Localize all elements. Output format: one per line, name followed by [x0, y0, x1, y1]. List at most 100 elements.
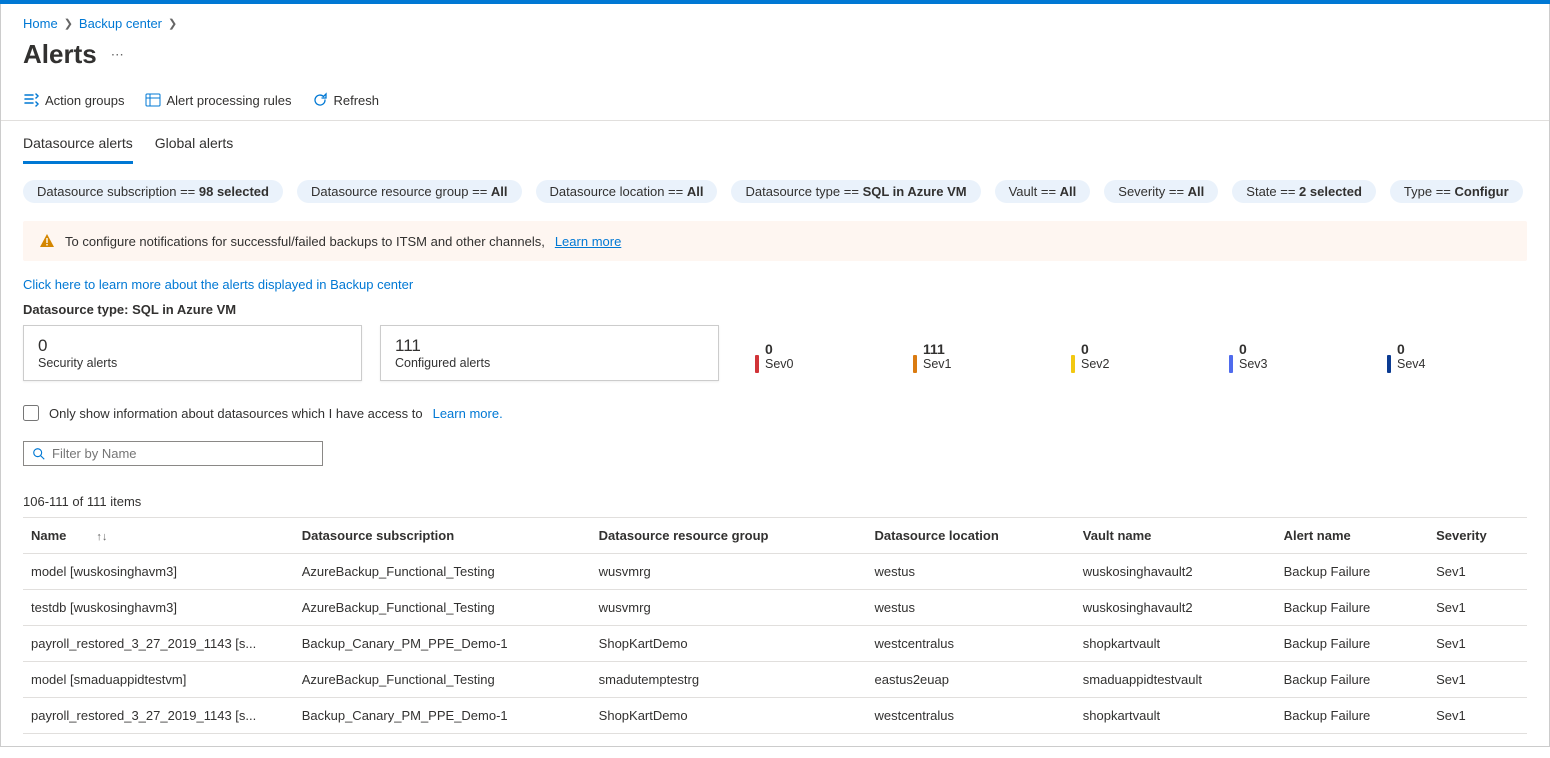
filter-by-name-container[interactable] [23, 441, 323, 466]
filter-row: Datasource subscription == 98 selected D… [23, 164, 1527, 221]
filter-severity[interactable]: Severity == All [1104, 180, 1218, 203]
security-alerts-label: Security alerts [38, 356, 347, 370]
filter-type[interactable]: Type == Configur [1390, 180, 1523, 203]
banner-learn-more-link[interactable]: Learn more [555, 234, 621, 249]
sev2-block[interactable]: 0Sev2 [1071, 325, 1211, 381]
cell-sub: AzureBackup_Functional_Testing [294, 662, 591, 698]
cell-name: model [wuskosinghavm3] [23, 554, 294, 590]
action-groups-label: Action groups [45, 93, 125, 108]
cell-alert: Backup Failure [1276, 698, 1429, 734]
cell-sev: Sev1 [1428, 590, 1527, 626]
cell-sub: AzureBackup_Functional_Testing [294, 590, 591, 626]
search-icon [32, 447, 46, 461]
cell-vault: wuskosinghavault2 [1075, 554, 1276, 590]
sev1-block[interactable]: 111Sev1 [913, 325, 1053, 381]
info-banner: To configure notifications for successfu… [23, 221, 1527, 261]
warning-icon [39, 233, 55, 249]
cell-rg: wusvmrg [591, 554, 867, 590]
sev1-bar-icon [913, 355, 917, 373]
action-groups-button[interactable]: Action groups [23, 92, 125, 108]
cell-rg: ShopKartDemo [591, 626, 867, 662]
access-filter-checkbox[interactable] [23, 405, 39, 421]
cell-alert: Backup Failure [1276, 662, 1429, 698]
cell-vault: shopkartvault [1075, 626, 1276, 662]
col-name[interactable]: Name↑↓ [23, 518, 294, 554]
result-count: 106-111 of 111 items [23, 466, 1527, 517]
access-learn-more-link[interactable]: Learn more. [433, 406, 503, 421]
cell-name: payroll_restored_3_27_2019_1143 [s... [23, 698, 294, 734]
tab-datasource-alerts[interactable]: Datasource alerts [23, 123, 133, 164]
sev0-bar-icon [755, 355, 759, 373]
configured-alerts-card[interactable]: 111 Configured alerts [380, 325, 719, 381]
filter-location[interactable]: Datasource location == All [536, 180, 718, 203]
action-groups-icon [23, 92, 39, 108]
filter-state[interactable]: State == 2 selected [1232, 180, 1376, 203]
cell-sub: AzureBackup_Functional_Testing [294, 554, 591, 590]
cell-alert: Backup Failure [1276, 590, 1429, 626]
cell-name: payroll_restored_3_27_2019_1143 [s... [23, 626, 294, 662]
cell-loc: westus [867, 590, 1075, 626]
refresh-icon [312, 92, 328, 108]
col-vault[interactable]: Vault name [1075, 518, 1276, 554]
datasource-type-label: Datasource type: SQL in Azure VM [23, 302, 1527, 325]
cell-vault: shopkartvault [1075, 698, 1276, 734]
cell-sev: Sev1 [1428, 662, 1527, 698]
cell-vault: smaduappidtestvault [1075, 662, 1276, 698]
cell-alert: Backup Failure [1276, 554, 1429, 590]
filter-datasource-type[interactable]: Datasource type == SQL in Azure VM [731, 180, 980, 203]
sev4-block[interactable]: 0Sev4 [1387, 325, 1527, 381]
table-row[interactable]: payroll_restored_3_27_2019_1143 [s... Bac… [23, 626, 1527, 662]
cell-alert: Backup Failure [1276, 626, 1429, 662]
summary-row: 0 Security alerts 111 Configured alerts … [23, 325, 1527, 381]
col-resource-group[interactable]: Datasource resource group [591, 518, 867, 554]
breadcrumb-backup-center[interactable]: Backup center [79, 16, 162, 31]
access-filter-label: Only show information about datasources … [49, 406, 423, 421]
cell-loc: eastus2euap [867, 662, 1075, 698]
sev4-bar-icon [1387, 355, 1391, 373]
table-row[interactable]: payroll_restored_3_27_2019_1143 [s... Bac… [23, 698, 1527, 734]
configured-alerts-label: Configured alerts [395, 356, 704, 370]
security-alerts-card[interactable]: 0 Security alerts [23, 325, 362, 381]
refresh-button[interactable]: Refresh [312, 92, 380, 108]
tabs: Datasource alerts Global alerts [1, 123, 1549, 164]
cell-sev: Sev1 [1428, 554, 1527, 590]
more-actions-icon[interactable]: ⋯ [111, 47, 124, 63]
sev3-block[interactable]: 0Sev3 [1229, 325, 1369, 381]
alert-rules-icon [145, 92, 161, 108]
cell-loc: westus [867, 554, 1075, 590]
cell-rg: smadutemptestrg [591, 662, 867, 698]
cell-loc: westcentralus [867, 698, 1075, 734]
cell-rg: wusvmrg [591, 590, 867, 626]
filter-by-name-input[interactable] [52, 446, 314, 461]
cell-rg: ShopKartDemo [591, 698, 867, 734]
alert-rules-button[interactable]: Alert processing rules [145, 92, 292, 108]
cell-sev: Sev1 [1428, 626, 1527, 662]
table-row[interactable]: model [wuskosinghavm3]AzureBackup_Functi… [23, 554, 1527, 590]
filter-vault[interactable]: Vault == All [995, 180, 1091, 203]
sev0-block[interactable]: 0Sev0 [755, 325, 895, 381]
toolbar: Action groups Alert processing rules Ref… [1, 84, 1549, 121]
breadcrumb-home[interactable]: Home [23, 16, 58, 31]
breadcrumb: Home ❯ Backup center ❯ [1, 16, 1549, 31]
filter-resource-group[interactable]: Datasource resource group == All [297, 180, 522, 203]
sev2-bar-icon [1071, 355, 1075, 373]
page-title: Alerts [23, 39, 97, 70]
chevron-right-icon: ❯ [64, 17, 73, 30]
configured-alerts-count: 111 [395, 336, 704, 356]
learn-more-link[interactable]: Click here to learn more about the alert… [23, 277, 413, 292]
sort-icon: ↑↓ [96, 531, 107, 543]
table-row[interactable]: testdb [wuskosinghavm3]AzureBackup_Funct… [23, 590, 1527, 626]
tab-global-alerts[interactable]: Global alerts [155, 123, 234, 164]
col-severity[interactable]: Severity [1428, 518, 1527, 554]
table-row[interactable]: model [smaduappidtestvm]AzureBackup_Func… [23, 662, 1527, 698]
col-subscription[interactable]: Datasource subscription [294, 518, 591, 554]
col-location[interactable]: Datasource location [867, 518, 1075, 554]
sev3-bar-icon [1229, 355, 1233, 373]
filter-subscription[interactable]: Datasource subscription == 98 selected [23, 180, 283, 203]
banner-text: To configure notifications for successfu… [65, 234, 545, 249]
refresh-label: Refresh [334, 93, 380, 108]
chevron-right-icon: ❯ [168, 17, 177, 30]
cell-loc: westcentralus [867, 626, 1075, 662]
cell-name: testdb [wuskosinghavm3] [23, 590, 294, 626]
col-alert-name[interactable]: Alert name [1276, 518, 1429, 554]
